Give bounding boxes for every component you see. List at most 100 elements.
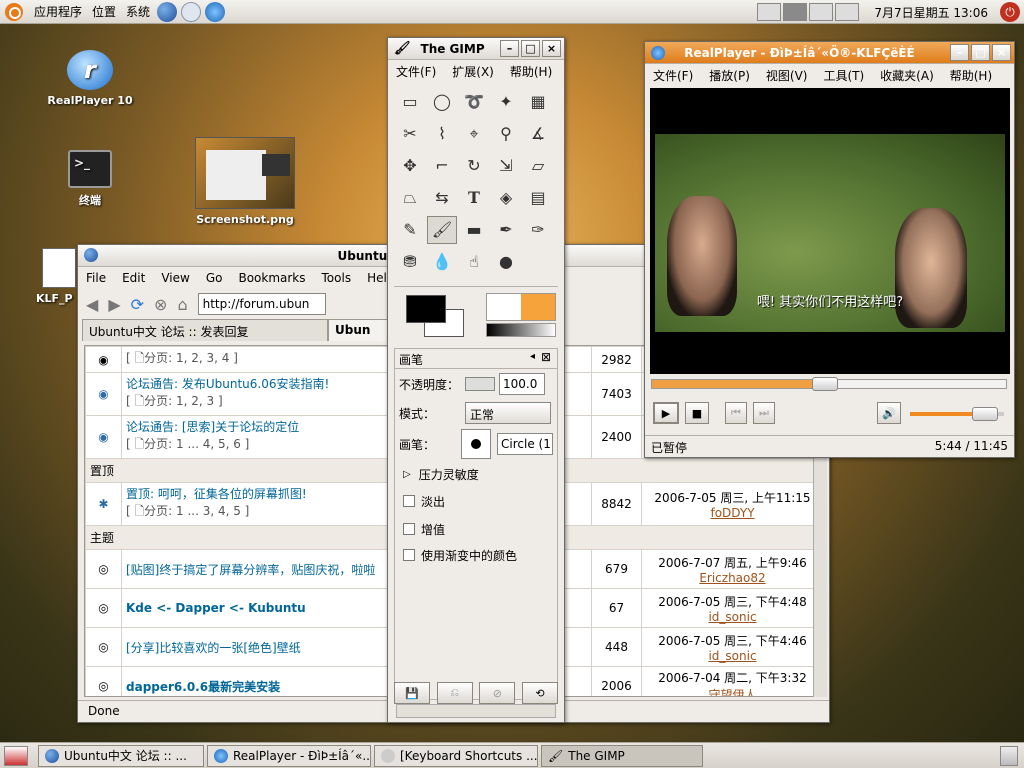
menu-file[interactable]: 文件(F) (388, 63, 444, 80)
url-bar[interactable]: http://forum.ubun (197, 293, 326, 315)
clock[interactable]: 7月7日星期五 13:06 (874, 4, 988, 21)
color-picker-icon[interactable]: ⌖ (459, 120, 489, 148)
workspace-1[interactable] (757, 3, 782, 21)
desktop-icon-screenshot[interactable]: Screenshot.png (192, 137, 298, 226)
play-icon[interactable]: ▶ (653, 402, 679, 424)
save-options-icon[interactable]: 💾 (394, 682, 430, 704)
seek-knob[interactable] (812, 377, 839, 391)
color-select-icon[interactable]: ▦ (523, 88, 553, 116)
volume-icon[interactable]: 🔊 (877, 402, 901, 424)
mail-launcher-icon[interactable] (181, 1, 202, 22)
volume-slider[interactable] (910, 407, 1004, 421)
smudge-icon[interactable]: ☝ (459, 248, 489, 276)
flip-icon[interactable]: ⇆ (427, 184, 457, 212)
gradient-row[interactable]: 使用渐变中的颜色 (395, 543, 557, 567)
menu-system[interactable]: 系统 (121, 3, 155, 20)
volume-knob[interactable] (972, 407, 999, 421)
minimize-button[interactable]: – (500, 40, 519, 57)
trash-icon[interactable] (1000, 746, 1018, 766)
realplayer-launcher-icon[interactable] (205, 1, 226, 22)
ink-icon[interactable]: ✑ (523, 216, 553, 244)
mode-select[interactable]: 正常 (465, 402, 551, 424)
home-icon[interactable]: ⌂ (177, 295, 187, 314)
stop-icon[interactable]: ⊗ (154, 295, 167, 314)
crop-icon[interactable]: ⌐ (427, 152, 457, 180)
fade-checkbox[interactable] (403, 495, 415, 507)
topic-title[interactable]: [分享]比较喜欢的一张[绝色]壁纸 (126, 641, 301, 655)
maximize-button[interactable]: □ (971, 44, 990, 61)
task-firefox[interactable]: Ubuntu中文 论坛 :: ... (38, 744, 204, 767)
previous-icon[interactable]: ⏮ (725, 402, 747, 424)
menu-help[interactable]: 帮助(H) (502, 63, 560, 80)
menu-file[interactable]: 文件(F) (645, 67, 701, 84)
next-icon[interactable]: ⏭ (753, 402, 775, 424)
ellipse-select-icon[interactable]: ◯ (427, 88, 457, 116)
rect-select-icon[interactable]: ▭ (395, 88, 425, 116)
delete-options-icon[interactable]: ⊘ (479, 682, 516, 704)
dodge-burn-icon[interactable]: ● (491, 248, 521, 276)
fuzzy-select-icon[interactable]: ✦ (491, 88, 521, 116)
desktop-icon-realplayer[interactable]: r RealPlayer 10 (40, 50, 140, 107)
workspace-2[interactable] (783, 3, 808, 21)
brush-pattern-preview[interactable] (486, 293, 556, 321)
menu-help[interactable]: 帮助(H) (942, 67, 1000, 84)
reload-icon[interactable]: ⟳ (131, 295, 144, 314)
menu-view[interactable]: View (153, 271, 197, 285)
last-post-user[interactable]: foDDYY (710, 506, 754, 520)
menu-tools[interactable]: Tools (314, 271, 360, 285)
reset-options-icon[interactable]: ⟲ (521, 682, 558, 704)
paintbrush-icon[interactable]: 🖌 (427, 216, 457, 244)
seek-bar[interactable] (651, 377, 1007, 391)
menu-favorites[interactable]: 收藏夹(A) (872, 67, 942, 84)
forward-icon[interactable]: ▶ (108, 295, 120, 314)
last-post-user[interactable]: Ericzhao82 (699, 571, 765, 585)
bucket-fill-icon[interactable]: ◈ (491, 184, 521, 212)
tab-forum[interactable]: Ubun (328, 319, 388, 341)
menu-edit[interactable]: Edit (114, 271, 153, 285)
stop-icon[interactable]: ■ (685, 402, 709, 424)
increment-row[interactable]: 增值 (395, 515, 557, 543)
eraser-icon[interactable]: ▬ (459, 216, 489, 244)
scale-icon[interactable]: ⇲ (491, 152, 521, 180)
opacity-field[interactable]: 100.0 (499, 373, 545, 395)
ubuntu-logo-icon[interactable] (5, 2, 23, 21)
pressure-row[interactable]: ▷ 压力灵敏度 (395, 461, 557, 487)
task-gimp[interactable]: 🖌 The GIMP (541, 744, 703, 767)
airbrush-icon[interactable]: ✒ (491, 216, 521, 244)
topic-title[interactable]: [贴图]终于搞定了屏幕分辨率，贴图庆祝，啦啦 (126, 563, 375, 577)
task-keyboard-shortcuts[interactable]: [Keyboard Shortcuts ... (374, 744, 538, 767)
menu-play[interactable]: 播放(P) (701, 67, 758, 84)
show-desktop-icon[interactable] (4, 745, 28, 766)
perspective-icon[interactable]: ⏢ (395, 184, 425, 212)
shear-icon[interactable]: ▱ (523, 152, 553, 180)
increment-checkbox[interactable] (403, 523, 415, 535)
menu-tools[interactable]: 工具(T) (815, 67, 872, 84)
menu-go[interactable]: Go (198, 271, 231, 285)
move-icon[interactable]: ✥ (395, 152, 425, 180)
zoom-icon[interactable]: ⚲ (491, 120, 521, 148)
opacity-slider[interactable] (465, 377, 495, 391)
rotate-icon[interactable]: ↻ (459, 152, 489, 180)
scissors-icon[interactable]: ✂ (395, 120, 425, 148)
restore-options-icon[interactable]: ⎌ (436, 682, 473, 704)
last-post-user[interactable]: id_sonic (708, 649, 756, 663)
desktop-icon-terminal[interactable]: >_ 终端 (50, 150, 130, 208)
menu-applications[interactable]: 应用程序 (29, 3, 87, 20)
menu-view[interactable]: 视图(V) (758, 67, 816, 84)
gradient-preview[interactable] (486, 323, 556, 337)
minimize-button[interactable]: – (950, 44, 969, 61)
last-post-user[interactable]: id_sonic (708, 610, 756, 624)
menu-xtns[interactable]: 扩展(X) (444, 63, 502, 80)
text-icon[interactable]: T (459, 184, 489, 212)
clone-icon[interactable]: ⛃ (395, 248, 425, 276)
blend-icon[interactable]: ▤ (523, 184, 553, 212)
firefox-launcher-icon[interactable] (157, 1, 178, 22)
fade-row[interactable]: 淡出 (395, 487, 557, 515)
blur-icon[interactable]: 💧 (427, 248, 457, 276)
pencil-icon[interactable]: ✎ (395, 216, 425, 244)
panel-scrollbar[interactable] (396, 704, 556, 718)
power-icon[interactable]: ⏻ (1000, 2, 1020, 22)
menu-file[interactable]: File (78, 271, 114, 285)
close-button[interactable]: × (542, 40, 561, 57)
foreground-color[interactable] (406, 295, 446, 323)
